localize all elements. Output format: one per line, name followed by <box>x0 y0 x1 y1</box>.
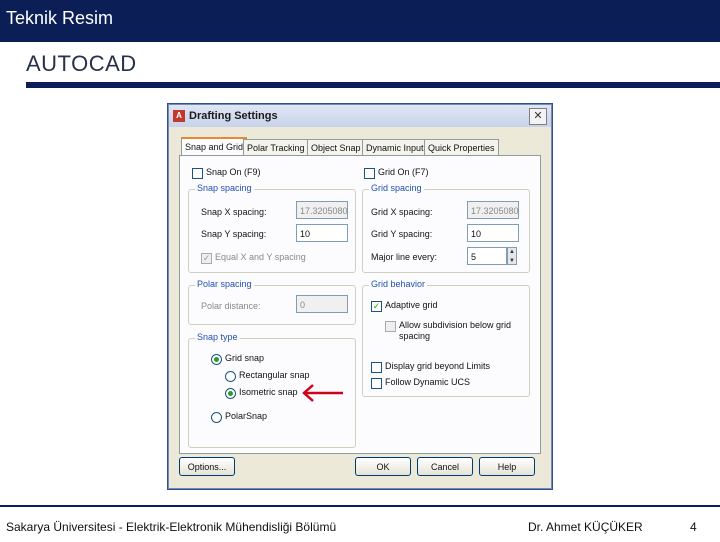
rectangular-snap-label: Rectangular snap <box>239 370 310 380</box>
subdivision-label-line2: spacing <box>399 331 431 341</box>
page-number: 4 <box>690 520 697 534</box>
grid-spacing-group: Grid spacing Grid X spacing: 17.3205080 … <box>362 183 530 273</box>
major-line-label: Major line every: <box>371 252 438 262</box>
dialog-title: Drafting Settings <box>189 110 278 122</box>
snap-spacing-legend: Snap spacing <box>195 183 254 193</box>
polar-snap-label: PolarSnap <box>225 411 268 421</box>
grid-x-label: Grid X spacing: <box>371 207 433 217</box>
isometric-snap-label: Isometric snap <box>239 387 298 397</box>
major-line-spinner[interactable]: ▲ ▼ <box>507 247 517 265</box>
grid-behavior-group: Grid behavior ✓ Adaptive grid Allow subd… <box>362 279 530 397</box>
equal-spacing-label: Equal X and Y spacing <box>215 252 306 262</box>
snap-x-label: Snap X spacing: <box>201 207 267 217</box>
ok-button[interactable]: OK <box>355 457 411 476</box>
adaptive-grid-label: Adaptive grid <box>385 300 438 310</box>
annotation-arrow-icon <box>302 384 343 402</box>
polar-snap-radio[interactable] <box>211 412 222 423</box>
tab-quick-properties[interactable]: Quick Properties <box>424 139 499 156</box>
help-button[interactable]: Help <box>479 457 535 476</box>
snap-spacing-group: Snap spacing Snap X spacing: 17.3205080 … <box>188 183 356 273</box>
polar-spacing-group: Polar spacing Polar distance: 0 <box>188 279 356 325</box>
grid-snap-radio[interactable] <box>211 354 222 365</box>
major-line-input[interactable]: 5 <box>467 247 507 265</box>
subdivision-checkbox[interactable] <box>385 321 396 332</box>
snap-y-label: Snap Y spacing: <box>201 229 267 239</box>
header-title: Teknik Resim <box>6 8 114 28</box>
rectangular-snap-radio[interactable] <box>225 371 236 382</box>
polar-distance-label: Polar distance: <box>201 301 261 311</box>
snap-on-label: Snap On (F9) <box>206 167 261 177</box>
beyond-limits-label: Display grid beyond Limits <box>385 361 491 371</box>
title-rule <box>26 82 720 88</box>
tab-polar-tracking[interactable]: Polar Tracking <box>243 139 309 156</box>
follow-ucs-label: Follow Dynamic UCS <box>385 377 471 387</box>
footer-author: Dr. Ahmet KÜÇÜKER <box>528 520 643 534</box>
autocad-app-icon: A <box>173 110 185 122</box>
grid-on-label: Grid On (F7) <box>378 167 429 177</box>
beyond-limits-checkbox[interactable] <box>371 362 382 373</box>
slide-footer: Sakarya Üniversitesi - Elektrik-Elektron… <box>0 505 720 542</box>
grid-y-input[interactable]: 10 <box>467 224 519 242</box>
isometric-snap-radio[interactable] <box>225 388 236 399</box>
equal-spacing-checkbox[interactable]: ✓ <box>201 253 212 264</box>
footer-university: Sakarya Üniversitesi - Elektrik-Elektron… <box>6 520 337 534</box>
options-button[interactable]: Options... <box>179 457 235 476</box>
drafting-settings-dialog: A Drafting Settings ✕ Snap and Grid Pola… <box>168 104 552 489</box>
dialog-titlebar[interactable]: A Drafting Settings ✕ <box>169 105 551 127</box>
header-bar: Teknik Resim <box>0 0 720 42</box>
snap-grid-panel: Snap On (F9) Grid On (F7) Snap spacing S… <box>179 155 541 454</box>
grid-behavior-legend: Grid behavior <box>369 279 428 289</box>
grid-spacing-legend: Grid spacing <box>369 183 424 193</box>
grid-snap-label: Grid snap <box>225 353 265 363</box>
snap-type-legend: Snap type <box>195 332 240 342</box>
adaptive-grid-checkbox[interactable]: ✓ <box>371 301 382 312</box>
grid-on-checkbox[interactable] <box>364 168 375 179</box>
snap-y-input[interactable]: 10 <box>296 224 348 242</box>
subdivision-label-line1: Allow subdivision below grid <box>399 320 512 330</box>
tab-dynamic-input[interactable]: Dynamic Input <box>362 139 428 156</box>
slide-subtitle: AUTOCAD <box>26 51 137 76</box>
grid-x-input[interactable]: 17.3205080 <box>467 201 519 219</box>
polar-spacing-legend: Polar spacing <box>195 279 254 289</box>
spin-down-icon: ▼ <box>509 258 515 264</box>
polar-distance-input[interactable]: 0 <box>296 295 348 313</box>
spin-up-icon: ▲ <box>509 249 515 255</box>
snap-on-checkbox[interactable] <box>192 168 203 179</box>
close-icon[interactable]: ✕ <box>529 108 547 125</box>
cancel-button[interactable]: Cancel <box>417 457 473 476</box>
snap-x-input[interactable]: 17.3205080 <box>296 201 348 219</box>
follow-ucs-checkbox[interactable] <box>371 378 382 389</box>
tab-object-snap[interactable]: Object Snap <box>307 139 365 156</box>
grid-y-label: Grid Y spacing: <box>371 229 433 239</box>
